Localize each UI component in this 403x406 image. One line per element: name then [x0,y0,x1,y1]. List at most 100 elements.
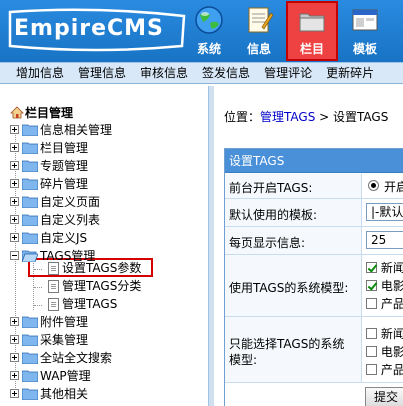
submenu-update-fragments[interactable]: 更新碎片 [319,63,381,83]
document-icon [48,262,59,275]
tree-node-label: 专题管理 [40,159,89,173]
option-label: 产品 [380,363,403,377]
submenu-sign-info[interactable]: 签发信息 [195,63,257,83]
checkbox[interactable] [366,364,377,375]
expand-icon[interactable] [10,233,19,242]
submenu-add-info[interactable]: 增加信息 [0,63,71,83]
breadcrumb: 位置：管理TAGS > 设置TAGS [224,108,388,125]
tree-child-label: 管理TAGS分类 [62,279,142,293]
nav-system-button[interactable]: 系统 [186,2,232,60]
tree-title: 栏目管理 [10,104,73,121]
nav-system-label: 系统 [196,42,221,56]
panel-title: 设置TAGS [225,149,403,173]
expand-icon[interactable] [10,317,19,326]
expand-icon[interactable] [10,353,19,362]
system-model-product[interactable]: 产品 [366,295,403,312]
only-select-label-line1: 只能选择TAGS的系统 [229,337,345,351]
row-system-model: 使用TAGS的系统模型: 新闻 电影 产品 [225,255,403,317]
expand-icon[interactable] [10,215,19,224]
top-header: EmpireCMS 系统 信息 栏目 模板 [0,0,403,62]
expand-icon[interactable] [10,161,19,170]
checkbox[interactable] [366,280,377,291]
nav-template-button[interactable]: 模板 [342,2,388,60]
document-icon [48,280,59,293]
expand-icon[interactable] [10,389,19,398]
checkbox[interactable] [366,346,377,357]
tree-child-label: 设置TAGS参数 [62,261,142,275]
tree-node-column[interactable]: 栏目管理 [10,139,88,157]
system-model-movie[interactable]: 电影 [366,277,403,294]
checkbox[interactable] [366,262,377,273]
breadcrumb-link-manage-tags[interactable]: 管理TAGS [260,110,315,124]
expand-icon[interactable] [10,335,19,344]
checkbox[interactable] [366,298,377,309]
frontend-enable-radio[interactable] [368,180,379,191]
folder-icon [21,369,39,383]
tree-child-manage-tags[interactable]: 管理TAGS [48,295,117,313]
nav-info-button[interactable]: 信息 [236,2,282,60]
tree-child-manage-tags-category[interactable]: 管理TAGS分类 [48,277,141,295]
tree-title-label: 栏目管理 [25,106,74,120]
expand-icon[interactable] [10,179,19,188]
tree-node-custom-js[interactable]: 自定义JS [10,229,87,247]
only-model-news[interactable]: 新闻 [366,325,403,342]
default-template-label: 默认使用的模板: [229,208,318,222]
option-label: 电影 [380,345,403,359]
tree-node-label: 采集管理 [40,333,89,347]
tree-node-info-related[interactable]: 信息相关管理 [10,121,112,139]
nav-column-button[interactable]: 栏目 [286,1,338,61]
breadcrumb-sep: > [315,110,334,124]
tree-node-label: 自定义页面 [40,195,101,209]
folder-icon [21,351,39,365]
tree-child-label: 管理TAGS [62,297,118,311]
tree-node-fragment[interactable]: 碎片管理 [10,175,88,193]
tree-node-custom-list[interactable]: 自定义列表 [10,211,100,229]
tree-hline [34,305,42,306]
tree-node-custom-page[interactable]: 自定义页面 [10,193,100,211]
system-model-news[interactable]: 新闻 [366,259,403,276]
folder-icon [21,195,39,209]
submenu-manage-comments[interactable]: 管理评论 [257,63,319,83]
frontend-enable-label: 开启 [384,180,403,194]
nav-info-label: 信息 [246,42,271,56]
folder-icon [21,231,39,245]
settings-panel: 设置TAGS 前台开启TAGS: 开启 默认使用的模板: |-默认新闻 每页显示… [224,148,403,406]
template-select[interactable]: |-默认新闻 [366,203,403,221]
submit-button[interactable]: 提交 [365,387,403,406]
row-default-template: 默认使用的模板: |-默认新闻 [225,199,403,227]
tree-node-label: 附件管理 [40,315,89,329]
expand-icon[interactable] [10,371,19,380]
tree-child-set-tags-params[interactable]: 设置TAGS参数 [48,259,141,277]
notepad-icon [248,7,274,33]
only-model-product[interactable]: 产品 [366,361,403,378]
expand-icon[interactable] [10,197,19,206]
submenu-manage-info[interactable]: 管理信息 [71,63,133,83]
tree-node-wap[interactable]: WAP管理 [10,367,91,385]
only-select-label-line2: 模型: [229,353,258,367]
tree-node-label: 栏目管理 [40,141,89,155]
folder-icon [299,13,325,32]
tree-node-fulltext-search[interactable]: 全站全文搜索 [10,349,112,367]
folder-icon [21,213,39,227]
tree-node-other[interactable]: 其他相关 [10,385,88,403]
folder-icon [21,387,39,401]
row-value-cell: 新闻 电影 产品 [361,317,403,382]
row-value-cell: 25 [361,227,403,254]
only-model-movie[interactable]: 电影 [366,343,403,360]
tree-node-label: 全站全文搜索 [40,351,113,365]
tree-node-label: 自定义JS [40,231,88,245]
tree-node-topic[interactable]: 专题管理 [10,157,88,175]
checkbox[interactable] [366,328,377,339]
tree-node-attachment[interactable]: 附件管理 [10,313,88,331]
folder-icon [21,315,39,329]
expand-icon[interactable] [10,125,19,134]
option-label: 新闻 [380,261,403,275]
row-frontend-tags: 前台开启TAGS: 开启 [225,174,403,199]
per-page-input[interactable]: 25 [366,231,403,249]
tree-node-collect[interactable]: 采集管理 [10,331,88,349]
submenu-review-info[interactable]: 审核信息 [133,63,195,83]
expand-icon[interactable] [10,143,19,152]
per-page-label: 每页显示信息: [229,236,306,250]
folder-icon [21,123,39,137]
collapse-icon[interactable] [10,251,19,260]
